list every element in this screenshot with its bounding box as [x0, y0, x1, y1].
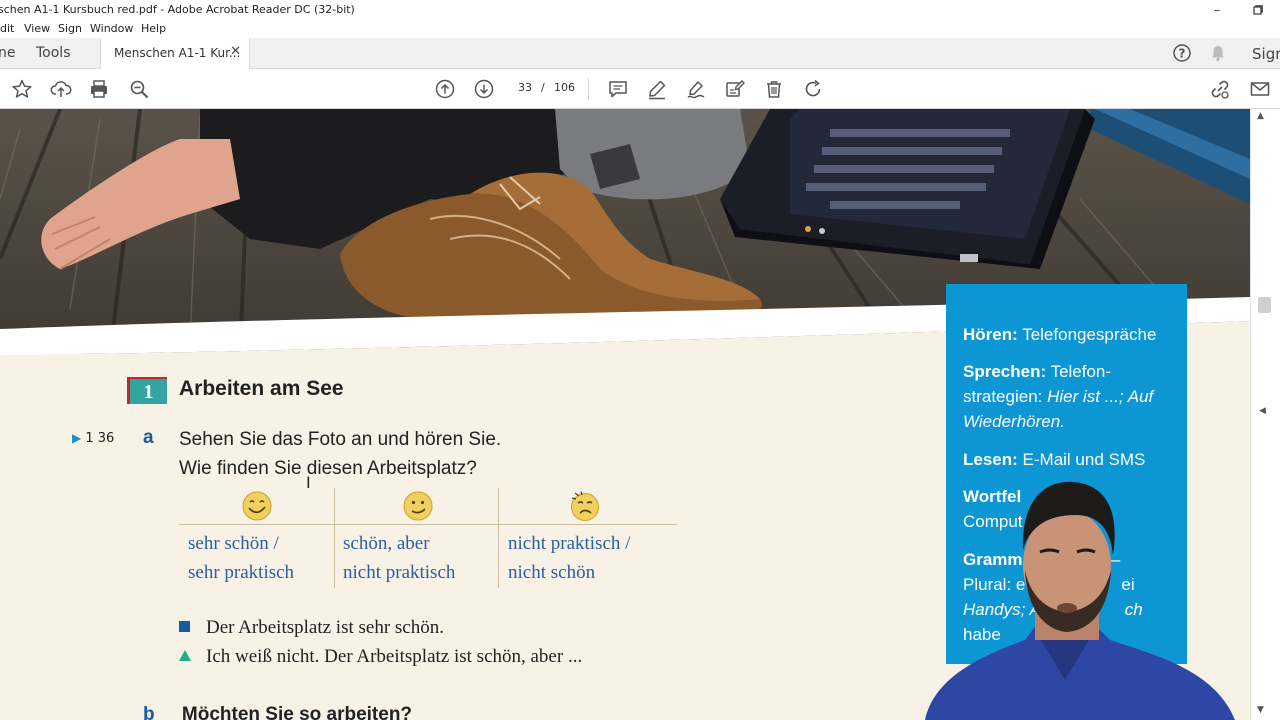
svg-text:?: ?: [1179, 47, 1186, 61]
exercise-number: 1: [127, 377, 167, 404]
smiley-icon: [403, 491, 433, 521]
sidebar-sprechen: Sprechen: Telefon- strategien: Hier ist …: [963, 362, 1154, 431]
page-total: 106: [554, 81, 575, 94]
option-label: schön, aber nicht praktisch: [343, 533, 456, 583]
collapse-panel-icon[interactable]: ◀: [1259, 406, 1266, 416]
title-bar: schen A1-1 Kursbuch red.pdf - Adobe Acro…: [0, 0, 1280, 20]
highlight-pen-icon[interactable]: [646, 78, 668, 100]
cloud-upload-icon[interactable]: [50, 78, 72, 100]
audio-track-link[interactable]: ▶ 1 36: [72, 431, 114, 446]
notification-bell-icon[interactable]: [1208, 43, 1228, 63]
page-number-input[interactable]: 33: [510, 81, 540, 94]
table-rule: [179, 524, 677, 525]
table-divider: [498, 488, 499, 588]
unhappy-smiley-icon: [571, 491, 599, 521]
email-icon[interactable]: [1249, 78, 1271, 100]
share-link-icon[interactable]: [1209, 78, 1231, 100]
comment-icon[interactable]: [607, 78, 629, 100]
instruction-text: Sehen Sie das Foto an und hören Sie. Wie…: [179, 429, 502, 479]
acrobat-window: schen A1-1 Kursbuch red.pdf - Adobe Acro…: [0, 0, 1280, 720]
subtask-label-a: a: [143, 427, 154, 448]
menu-window[interactable]: Window: [90, 22, 133, 35]
menu-sign[interactable]: Sign: [58, 22, 82, 35]
play-icon: ▶: [72, 431, 82, 445]
scroll-up-icon[interactable]: ▲: [1257, 111, 1264, 121]
webcam-presenter: [925, 481, 1235, 720]
tab-bar: ne Tools Menschen A1-1 Kur... ✕ ? Sigr: [0, 38, 1280, 69]
sidebar-lesen: Lesen: E-Mail und SMS: [963, 450, 1146, 469]
exercise-title: Arbeiten am See: [179, 377, 344, 400]
square-bullet-icon: [179, 621, 190, 632]
previous-page-icon[interactable]: [434, 78, 456, 100]
tab-home[interactable]: ne: [0, 45, 16, 61]
menu-view[interactable]: View: [24, 22, 50, 35]
option-label: nicht praktisch / nicht schön: [508, 533, 631, 583]
scrollbar-thumb[interactable]: [1258, 297, 1271, 313]
fill-sign-icon[interactable]: [685, 78, 707, 100]
sign-in-link[interactable]: Sigr: [1252, 45, 1280, 63]
toolbar: 33 / 106: [0, 69, 1280, 109]
star-icon[interactable]: [11, 78, 33, 100]
next-page-icon[interactable]: [473, 78, 495, 100]
minimize-button[interactable]: –: [1197, 0, 1237, 20]
text-cursor-icon: I: [306, 473, 311, 492]
table-divider: [334, 488, 335, 588]
rotate-icon[interactable]: [802, 78, 824, 100]
vertical-scrollbar[interactable]: ▲ ◀ ▼: [1250, 109, 1280, 720]
restore-icon: [1253, 5, 1263, 15]
option-label: sehr schön / sehr praktisch: [188, 533, 295, 583]
happy-smiley-icon: [242, 491, 272, 521]
audio-track-number: 1 36: [85, 431, 115, 446]
zoom-out-icon[interactable]: [128, 78, 150, 100]
example-sentence: Ich weiß nicht. Der Arbeitsplatz ist sch…: [179, 646, 582, 668]
example-sentence: Der Arbeitsplatz ist sehr schön.: [179, 617, 444, 639]
menu-help[interactable]: Help: [141, 22, 166, 35]
delete-icon[interactable]: [763, 78, 785, 100]
toolbar-divider: [588, 78, 589, 100]
tab-tools[interactable]: Tools: [36, 45, 71, 61]
rating-options-table: sehr schön / sehr praktisch schön, aber …: [179, 484, 679, 589]
menu-bar: dit View Sign Window Help: [0, 20, 1280, 38]
help-icon[interactable]: ?: [1172, 43, 1192, 63]
window-title: schen A1-1 Kursbuch red.pdf - Adobe Acro…: [0, 3, 355, 16]
next-subtask: b Möchten Sie so arbeiten?: [143, 704, 413, 720]
triangle-bullet-icon: [179, 650, 191, 661]
restore-button[interactable]: [1238, 0, 1278, 20]
menu-edit[interactable]: dit: [0, 22, 14, 35]
sidebar-hoeren: Hören: Telefongespräche: [963, 325, 1157, 344]
print-icon[interactable]: [88, 78, 110, 100]
close-tab-icon[interactable]: ✕: [230, 44, 241, 59]
doc-tab-label: Menschen A1-1 Kur...: [114, 46, 241, 60]
scroll-down-icon[interactable]: ▼: [1257, 705, 1264, 715]
page-separator: /: [541, 81, 545, 94]
edit-pdf-icon[interactable]: [724, 78, 746, 100]
tab-document[interactable]: Menschen A1-1 Kur... ✕: [100, 38, 250, 69]
